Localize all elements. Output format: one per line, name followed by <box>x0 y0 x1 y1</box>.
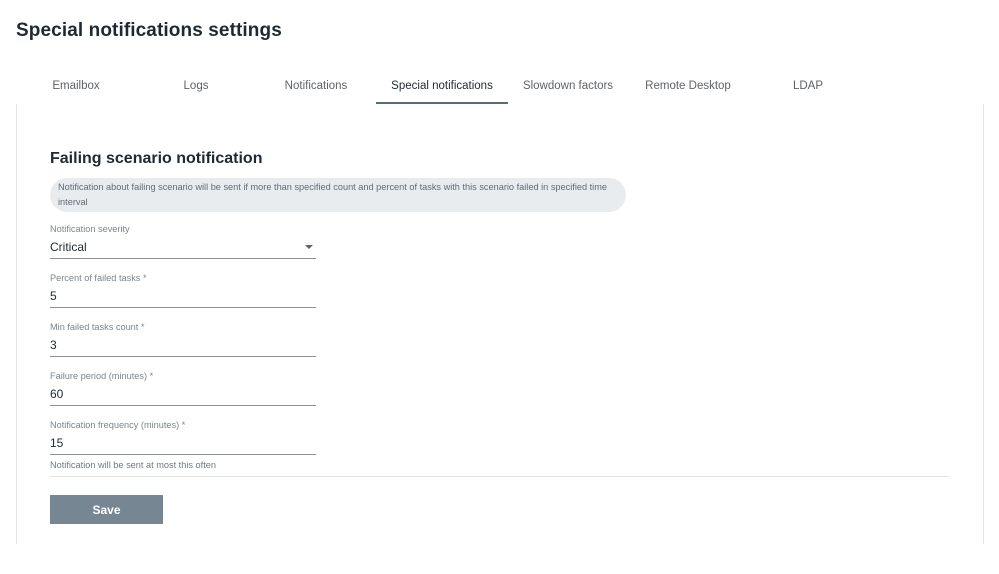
section-title: Failing scenario notification <box>50 150 263 167</box>
page-title: Special notifications settings <box>16 20 282 41</box>
percent-failed-label: Percent of failed tasks * <box>50 273 147 283</box>
save-button[interactable]: Save <box>50 495 163 524</box>
tab-logs[interactable]: Logs <box>136 68 256 103</box>
frequency-field: Notification frequency (minutes) * 15 <box>50 419 316 455</box>
tab-remote-desktop[interactable]: Remote Desktop <box>628 68 748 103</box>
tab-notifications[interactable]: Notifications <box>256 68 376 103</box>
tab-emailbox[interactable]: Emailbox <box>16 68 136 103</box>
tab-ldap[interactable]: LDAP <box>748 68 868 103</box>
failure-period-field: Failure period (minutes) * 60 <box>50 370 316 406</box>
severity-value: Critical <box>50 240 87 254</box>
frequency-input[interactable]: 15 <box>50 434 316 455</box>
severity-label: Notification severity <box>50 224 130 234</box>
min-failed-field: Min failed tasks count * 3 <box>50 321 316 357</box>
min-failed-input[interactable]: 3 <box>50 336 316 357</box>
severity-select[interactable]: Critical <box>50 238 316 259</box>
dropdown-arrow-icon[interactable] <box>305 245 313 249</box>
settings-tabs: Emailbox Logs Notifications Special noti… <box>16 68 982 105</box>
frequency-label: Notification frequency (minutes) * <box>50 420 186 430</box>
frequency-hint: Notification will be sent at most this o… <box>50 460 216 470</box>
failure-period-input[interactable]: 60 <box>50 385 316 406</box>
failure-period-label: Failure period (minutes) * <box>50 371 154 381</box>
divider <box>50 476 949 477</box>
percent-failed-input[interactable]: 5 <box>50 287 316 308</box>
min-failed-label: Min failed tasks count * <box>50 322 145 332</box>
info-message: Notification about failing scenario will… <box>50 178 626 212</box>
tab-slowdown-factors[interactable]: Slowdown factors <box>508 68 628 103</box>
percent-failed-field: Percent of failed tasks * 5 <box>50 272 316 308</box>
severity-field: Notification severity Critical <box>50 223 316 259</box>
tab-special-notifications[interactable]: Special notifications <box>376 68 508 104</box>
